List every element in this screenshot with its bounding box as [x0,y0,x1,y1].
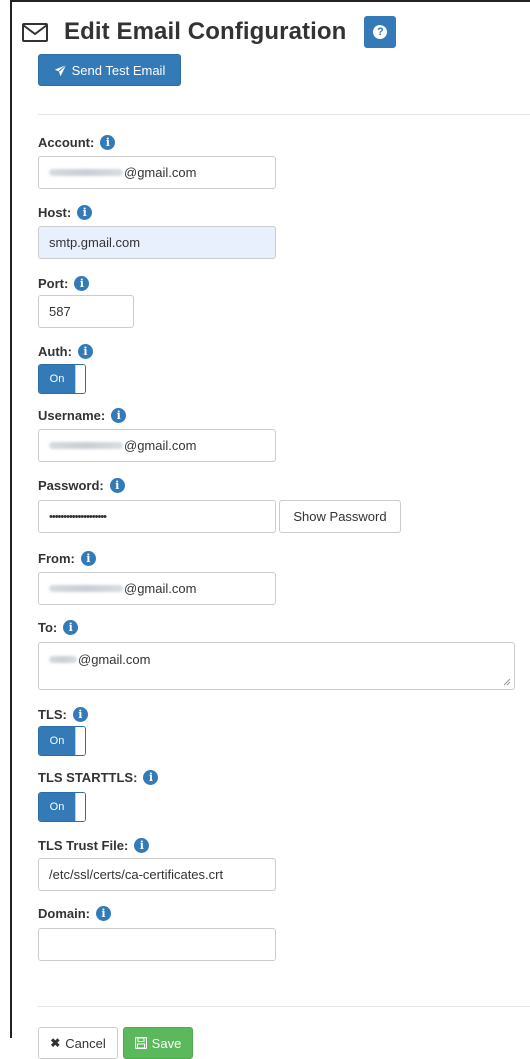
tls-trust-file-label-row: TLS Trust File: i [38,838,150,853]
tls-toggle-state: On [39,727,75,755]
info-icon[interactable]: i [77,344,93,359]
close-icon: ✖ [50,1036,61,1050]
account-value: @gmail.com [124,165,197,180]
tls-label-row: TLS: i [38,707,88,722]
from-label-row: From: i [38,551,96,566]
domain-label-row: Domain: i [38,906,111,921]
redacted-text [49,442,123,449]
host-value: smtp.gmail.com [49,235,141,250]
port-label-row: Port: i [38,276,90,291]
info-icon[interactable]: i [109,478,125,493]
paper-plane-icon [54,63,67,76]
to-label: To: [38,620,58,635]
info-icon[interactable]: i [63,620,79,635]
tls-toggle[interactable]: On [38,726,86,756]
from-value: @gmail.com [124,581,197,596]
info-icon[interactable]: i [134,838,150,853]
page-title: Edit Email Configuration [64,18,347,45]
to-label-row: To: i [38,620,79,635]
from-field[interactable]: @gmail.com [38,572,276,605]
auth-toggle[interactable]: On [38,364,86,394]
cancel-button[interactable]: ✖ Cancel [38,1027,118,1059]
show-password-button[interactable]: Show Password [279,500,401,533]
tls-trust-file-label: TLS Trust File: [38,838,129,853]
divider [38,114,530,115]
tls-starttls-label-row: TLS STARTTLS: i [38,770,159,785]
edit-email-panel: Edit Email Configuration ? Send Test Ema… [10,0,530,1059]
account-label-row: Account: i [38,135,116,150]
redacted-text [49,169,123,176]
domain-label: Domain: [38,906,90,921]
password-label: Password: [38,478,104,493]
username-label-row: Username: i [38,408,127,423]
password-value: •••••••••••••••••••• [49,510,107,523]
account-field[interactable]: @gmail.com [38,156,276,189]
show-password-label: Show Password [293,509,387,524]
send-test-email-label: Send Test Email [71,62,166,78]
info-icon[interactable]: i [100,135,116,150]
to-textarea[interactable]: @gmail.com [38,642,515,690]
to-value: @gmail.com [78,652,151,667]
info-icon[interactable]: i [111,408,127,423]
password-field[interactable]: •••••••••••••••••••• [38,500,276,533]
tls-starttls-toggle[interactable]: On [38,792,86,822]
save-button[interactable]: Save [123,1027,193,1059]
tls-trust-file-field[interactable]: /etc/ssl/certs/ca-certificates.crt [38,858,276,891]
divider [38,1006,530,1007]
info-icon[interactable]: i [72,707,88,722]
from-label: From: [38,551,75,566]
help-button[interactable]: ? [364,16,397,48]
toggle-handle [75,727,85,755]
toggle-handle [75,793,85,821]
username-value: @gmail.com [124,438,197,453]
resize-grip-icon[interactable] [503,678,511,686]
host-label: Host: [38,205,72,220]
floppy-disk-icon [134,1037,147,1049]
port-label: Port: [38,276,69,291]
auth-label-row: Auth: i [38,344,93,359]
tls-starttls-toggle-state: On [39,793,75,821]
tls-label: TLS: [38,707,67,722]
domain-field[interactable] [38,928,276,961]
info-icon[interactable]: i [80,551,96,566]
auth-toggle-state: On [39,365,75,393]
host-label-row: Host: i [38,205,93,220]
toggle-handle [75,365,85,393]
redacted-text [49,585,123,592]
tls-trust-file-value: /etc/ssl/certs/ca-certificates.crt [49,867,224,882]
envelope-icon [20,17,50,47]
password-label-row: Password: i [38,478,125,493]
username-label: Username: [38,408,106,423]
port-value: 587 [49,304,71,319]
host-field[interactable]: smtp.gmail.com [38,226,276,259]
auth-label: Auth: [38,344,72,359]
account-label: Account: [38,135,95,150]
redacted-text [49,656,77,663]
question-icon: ? [373,25,388,39]
port-field[interactable]: 587 [38,295,134,328]
page-header: Edit Email Configuration ? [20,12,397,52]
info-icon[interactable]: i [74,276,90,291]
info-icon[interactable]: i [96,906,111,921]
info-icon[interactable]: i [77,205,93,220]
tls-starttls-label: TLS STARTTLS: [38,770,138,785]
send-test-email-button[interactable]: Send Test Email [38,54,181,86]
info-icon[interactable]: i [143,770,159,785]
username-field[interactable]: @gmail.com [38,429,276,462]
